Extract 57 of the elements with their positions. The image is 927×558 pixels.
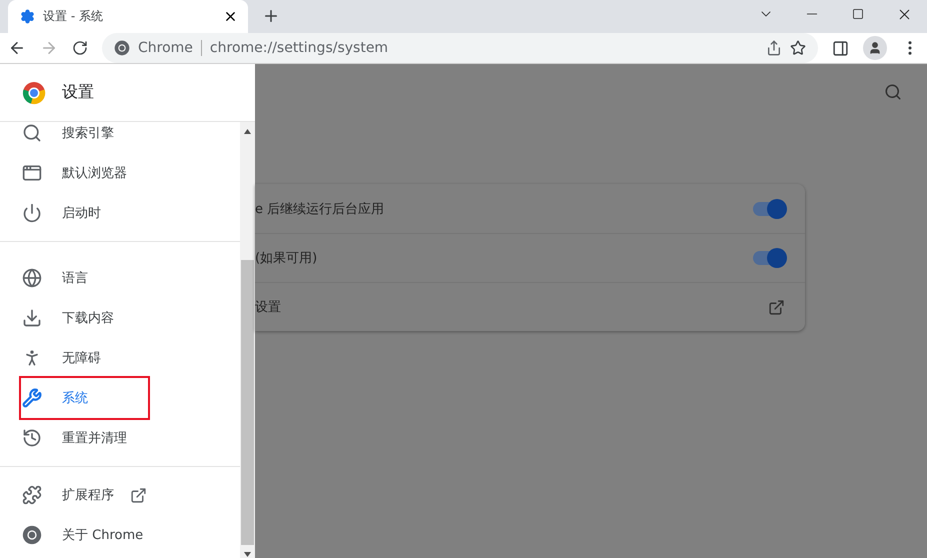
external-link-icon[interactable] (768, 298, 785, 316)
address-bar[interactable]: Chrome chrome://settings/system (102, 33, 818, 63)
nav-item[interactable]: 默认浏览器 (0, 153, 240, 193)
nav-item[interactable]: 下载内容 (0, 298, 240, 338)
setting-label: (如果可用) (255, 250, 318, 267)
nav-item[interactable]: 关于 Chrome (0, 515, 240, 555)
new-tab-icon[interactable] (262, 7, 280, 25)
nav-item[interactable]: 重置并清理 (0, 418, 240, 458)
nav-item[interactable]: 搜索引擎 (0, 122, 240, 153)
site-label: Chrome (138, 40, 202, 56)
globe-icon (22, 268, 42, 288)
side-panel-icon[interactable] (832, 40, 849, 56)
tab-title: 设置 - 系统 (43, 8, 104, 25)
nav-item[interactable]: 无障碍 (0, 338, 240, 378)
download-icon (22, 308, 42, 328)
chrome-logo (22, 80, 46, 104)
scroll-up-icon[interactable] (244, 128, 251, 134)
setting-label: 设置 (255, 299, 281, 316)
scrollbar[interactable] (240, 122, 255, 558)
scroll-down-icon[interactable] (244, 552, 251, 556)
search-icon (22, 123, 42, 143)
nav-label: 重置并清理 (62, 430, 127, 447)
back-icon[interactable] (8, 39, 26, 57)
nav-label: 搜索引擎 (62, 125, 114, 142)
nav-item[interactable]: 启动时 (0, 193, 240, 233)
close-icon[interactable] (223, 9, 238, 24)
nav-item[interactable]: 扩展程序 (0, 475, 240, 515)
browser-tab[interactable]: 设置 - 系统 (8, 0, 248, 33)
nav-label: 扩展程序 (62, 487, 114, 504)
toggle-switch[interactable] (753, 202, 785, 216)
nav-label: 系统 (62, 390, 88, 407)
wrench-icon (22, 388, 42, 408)
setting-label: e 后继续运行后台应用 (255, 200, 384, 218)
nav-label: 语言 (62, 270, 88, 287)
chrome-icon (114, 40, 130, 56)
nav-label: 下载内容 (62, 310, 114, 327)
browser-window-icon (22, 163, 42, 183)
star-icon[interactable] (790, 40, 806, 56)
settings-icon (20, 9, 35, 24)
puzzle-icon (22, 485, 42, 505)
url-text: chrome://settings/system (210, 40, 390, 56)
nav-label: 无障碍 (62, 350, 101, 367)
nav-label: 关于 Chrome (62, 527, 144, 544)
toggle-switch[interactable] (753, 251, 785, 265)
chrome-icon (22, 525, 42, 545)
history-icon (22, 428, 42, 448)
profile-avatar[interactable] (863, 36, 887, 60)
nav-item[interactable]: 语言 (0, 258, 240, 298)
reload-icon[interactable] (72, 40, 88, 56)
maximize-icon[interactable] (852, 8, 864, 20)
nav-label: 默认浏览器 (62, 165, 127, 182)
power-icon (22, 203, 42, 223)
search-icon[interactable] (884, 83, 902, 101)
nav-item[interactable]: 系统 (0, 378, 240, 418)
share-icon[interactable] (766, 40, 782, 56)
drawer-title: 设置 (62, 82, 94, 103)
nav-label: 启动时 (62, 205, 101, 222)
